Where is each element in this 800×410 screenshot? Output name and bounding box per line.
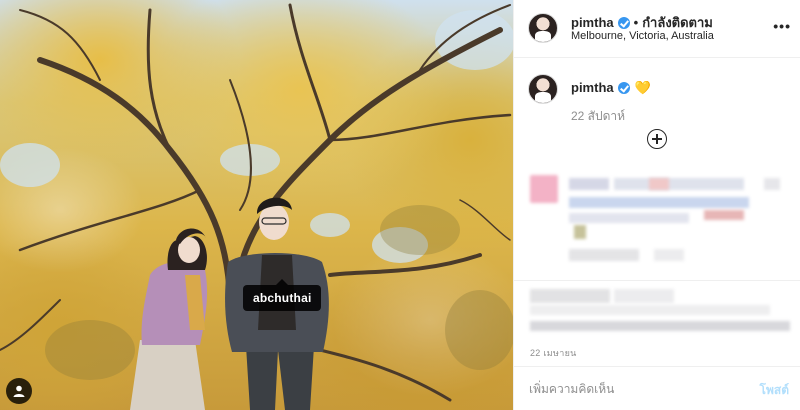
header-separator: • (633, 15, 639, 30)
blurred-text (764, 178, 780, 190)
post-comment-button[interactable]: โพสต์ (760, 381, 789, 400)
blurred-text (614, 178, 744, 190)
blurred-text (614, 289, 674, 303)
caption-username[interactable]: pimtha (571, 80, 614, 95)
user-tags-button[interactable] (6, 378, 32, 404)
caption-author-avatar[interactable] (528, 74, 558, 104)
section-divider (514, 280, 800, 281)
post-side-panel: pimtha • กำลังติดตาม Melbourne, Victoria… (513, 0, 800, 410)
more-options-icon[interactable]: ••• (773, 18, 791, 34)
caption-timestamp[interactable]: 22 สัปดาห์ (571, 107, 625, 126)
photo-tag-label[interactable]: abchuthai (243, 279, 322, 311)
blurred-text (569, 213, 689, 223)
blurred-text (530, 321, 790, 331)
caption-verified-badge-icon (617, 81, 630, 94)
post-date[interactable]: 22 เมษายน (530, 346, 577, 360)
blurred-text (530, 289, 610, 303)
likes-blurred (514, 283, 800, 343)
person-icon (13, 385, 25, 397)
post-header: pimtha • กำลังติดตาม Melbourne, Victoria… (514, 0, 800, 58)
plus-circle-icon[interactable] (647, 129, 667, 149)
blurred-text (530, 305, 770, 315)
author-username[interactable]: pimtha (571, 15, 614, 30)
blurred-avatar (530, 175, 558, 203)
caption-author-line: pimtha 💛 (571, 80, 651, 95)
comment-input[interactable] (529, 379, 729, 399)
yellow-heart-icon: 💛 (634, 80, 651, 95)
post-location-link[interactable]: Melbourne, Victoria, Australia (571, 30, 714, 42)
verified-badge-icon (617, 16, 630, 29)
woman-figure (130, 228, 208, 410)
blurred-text (649, 178, 669, 190)
photo-scene (0, 3, 513, 410)
author-avatar[interactable] (528, 13, 558, 43)
blurred-text (704, 210, 744, 220)
blurred-text (569, 249, 639, 261)
blurred-text (574, 225, 586, 239)
blurred-text (654, 249, 684, 261)
post-photo[interactable]: abchuthai (0, 0, 513, 410)
add-comment-bar: โพสต์ (514, 366, 800, 410)
blurred-text (569, 197, 749, 208)
blurred-text (569, 178, 609, 190)
comment-blurred-1 (514, 165, 800, 275)
